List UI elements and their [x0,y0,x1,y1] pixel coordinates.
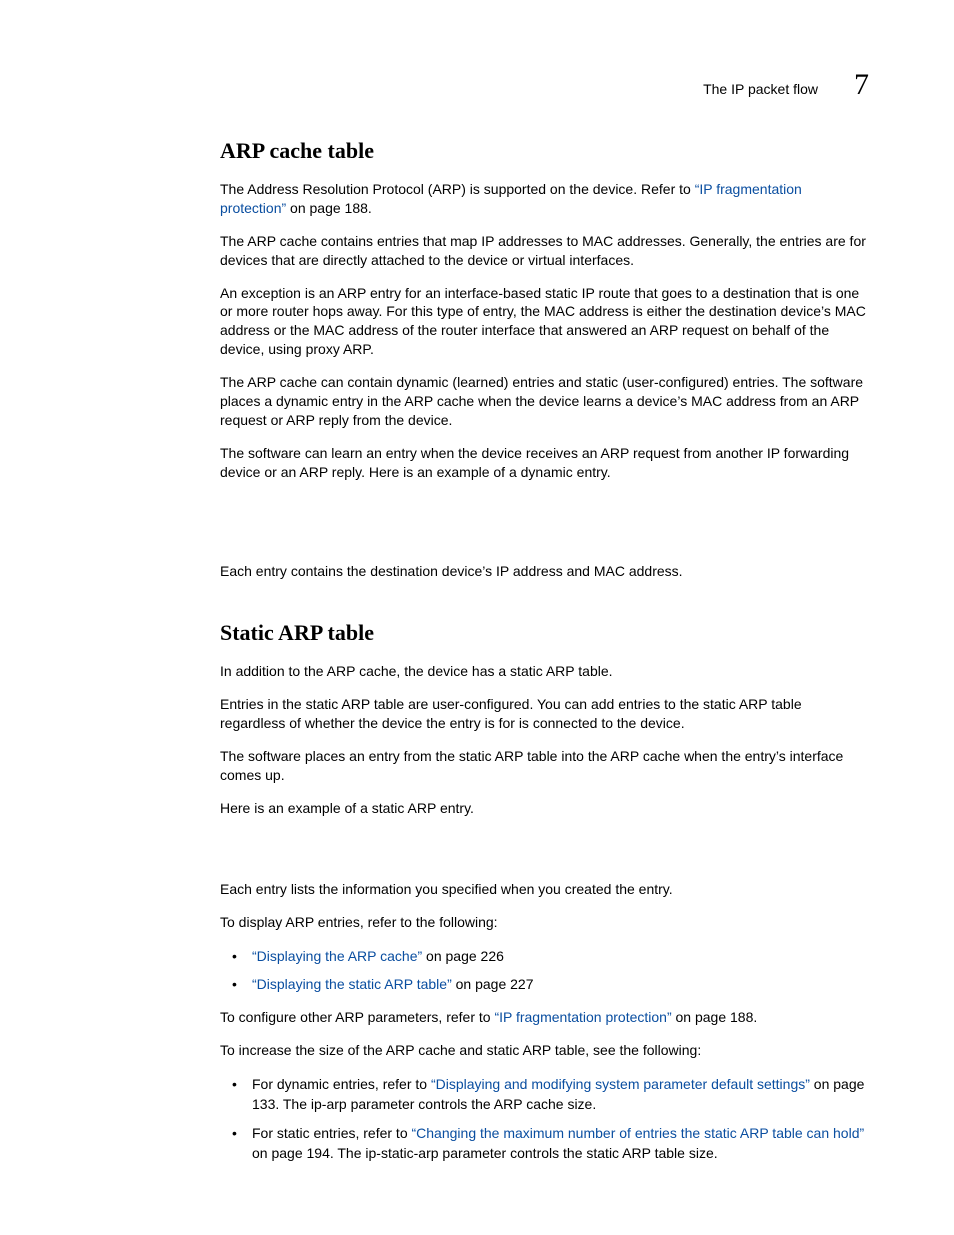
paragraph: To configure other ARP parameters, refer… [220,1008,869,1027]
document-page: The IP packet flow 7 ARP cache table The… [0,0,954,1235]
running-title: The IP packet flow [703,81,818,97]
bullet-list: For dynamic entries, refer to “Displayin… [220,1074,869,1163]
text-run: on page 227 [452,976,534,992]
paragraph: To increase the size of the ARP cache an… [220,1041,869,1060]
paragraph: The Address Resolution Protocol (ARP) is… [220,180,869,218]
heading-arp-cache-table: ARP cache table [220,138,869,164]
paragraph: Entries in the static ARP table are user… [220,695,869,733]
xref-system-parameter-defaults[interactable]: “Displaying and modifying system paramet… [431,1076,810,1092]
text-run: on page 226 [422,948,504,964]
xref-changing-max-static-arp[interactable]: “Changing the maximum number of entries … [412,1125,865,1141]
list-item: “Displaying the static ARP table” on pag… [220,974,869,994]
xref-ip-fragmentation-protection[interactable]: “IP fragmentation protection” [494,1009,671,1025]
paragraph: Here is an example of a static ARP entry… [220,799,869,818]
paragraph: An exception is an ARP entry for an inte… [220,284,869,360]
list-item: For static entries, refer to “Changing t… [220,1123,869,1164]
heading-static-arp-table: Static ARP table [220,620,869,646]
text-run: The Address Resolution Protocol (ARP) is… [220,181,695,197]
paragraph: Each entry lists the information you spe… [220,880,869,899]
section-spacer [220,594,869,620]
paragraph: To display ARP entries, refer to the fol… [220,913,869,932]
paragraph: The software can learn an entry when the… [220,444,869,482]
text-run: on page 194. The ip-static-arp parameter… [252,1145,718,1161]
page-content: ARP cache table The Address Resolution P… [220,138,869,1163]
text-run: on page 188. [286,200,372,216]
list-item: For dynamic entries, refer to “Displayin… [220,1074,869,1115]
paragraph: The ARP cache can contain dynamic (learn… [220,373,869,430]
xref-displaying-arp-cache[interactable]: “Displaying the ARP cache” [252,948,422,964]
text-run: For dynamic entries, refer to [252,1076,431,1092]
text-run: For static entries, refer to [252,1125,412,1141]
bullet-list: “Displaying the ARP cache” on page 226 “… [220,946,869,995]
paragraph: The ARP cache contains entries that map … [220,232,869,270]
list-item: “Displaying the ARP cache” on page 226 [220,946,869,966]
example-placeholder [220,496,869,562]
running-header: The IP packet flow 7 [703,68,869,102]
chapter-number: 7 [854,68,869,102]
xref-displaying-static-arp-table[interactable]: “Displaying the static ARP table” [252,976,452,992]
paragraph: In addition to the ARP cache, the device… [220,662,869,681]
paragraph: The software places an entry from the st… [220,747,869,785]
text-run: on page 188. [672,1009,758,1025]
paragraph: Each entry contains the destination devi… [220,562,869,581]
example-placeholder [220,832,869,880]
text-run: To configure other ARP parameters, refer… [220,1009,494,1025]
